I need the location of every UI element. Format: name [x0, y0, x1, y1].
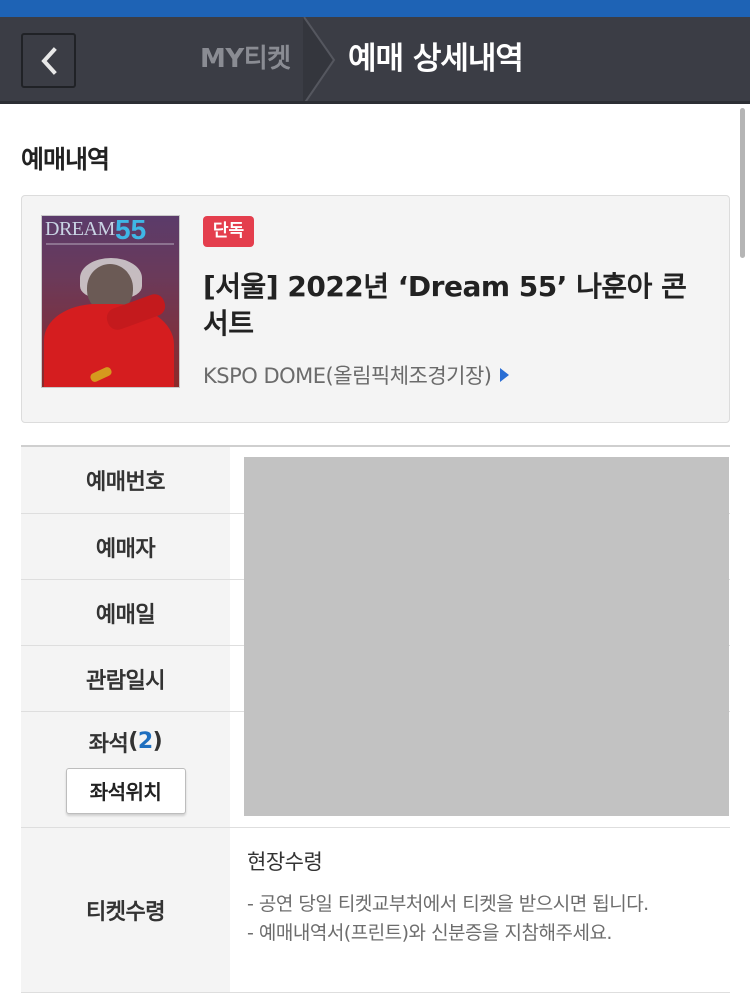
event-poster[interactable]: DREAM 55 — [41, 215, 180, 388]
booking-date-label: 예매일 — [21, 580, 230, 645]
poster-title-number: 55 — [115, 215, 147, 245]
seat-location-button[interactable]: 좌석위치 — [65, 767, 186, 814]
exclusive-badge: 단독 — [203, 216, 254, 247]
scrollbar-thumb[interactable] — [740, 108, 745, 258]
pickup-note: - 공연 당일 티켓교부처에서 티켓을 받으시면 됩니다. — [247, 893, 649, 915]
back-button[interactable] — [21, 33, 76, 88]
seat-count: 2 — [137, 729, 153, 754]
viewing-datetime-label: 관람일시 — [21, 646, 230, 711]
seat-label-text: 좌석 — [88, 731, 129, 757]
ticket-pickup-label: 티켓수령 — [21, 828, 230, 992]
booking-details-table: 예매번호 예매자 예매일 관람일시 좌석(2) 좌석위치 티켓수령 현장수령 -… — [21, 445, 730, 993]
venue-label: KSPO DOME(올림픽체조경기장) — [203, 364, 492, 388]
pickup-method: 현장수령 — [247, 850, 323, 874]
table-row: 티켓수령 현장수령 - 공연 당일 티켓교부처에서 티켓을 받으시면 됩니다. … — [21, 828, 730, 993]
header-shadow — [0, 101, 750, 104]
event-card[interactable]: DREAM 55 단독 [서울] 2022년 ‘Dream 55’ 나훈아 콘서… — [21, 195, 730, 423]
ticket-pickup-content: 현장수령 - 공연 당일 티켓교부처에서 티켓을 받으시면 됩니다. - 예매내… — [247, 846, 717, 948]
status-strip — [0, 0, 750, 17]
redacted-details-block — [244, 457, 729, 816]
pickup-note: - 예매내역서(프린트)와 신분증을 지참해주세요. — [247, 922, 612, 944]
event-title[interactable]: [서울] 2022년 ‘Dream 55’ 나훈아 콘서트 — [203, 268, 703, 342]
venue-link[interactable]: KSPO DOME(올림픽체조경기장) — [203, 360, 509, 390]
seat-label-cell: 좌석(2) 좌석위치 — [21, 712, 230, 827]
seat-count-close: ) — [152, 729, 163, 754]
seat-count-open: ( — [128, 729, 138, 754]
section-title: 예매내역 — [21, 145, 110, 174]
poster-title-text: DREAM — [45, 218, 115, 240]
poster-subtitle-line — [46, 243, 174, 245]
booking-number-label: 예매번호 — [21, 447, 230, 513]
header-bar: MY티켓 예매 상세내역 — [0, 17, 750, 104]
page-title: 예매 상세내역 — [348, 41, 524, 77]
chevron-left-icon — [40, 46, 57, 75]
seat-label: 좌석(2) — [88, 726, 163, 758]
caret-right-icon — [499, 368, 509, 382]
booker-label: 예매자 — [21, 514, 230, 579]
breadcrumb-my-ticket[interactable]: MY티켓 — [200, 17, 291, 101]
breadcrumb-separator-icon — [303, 17, 336, 104]
